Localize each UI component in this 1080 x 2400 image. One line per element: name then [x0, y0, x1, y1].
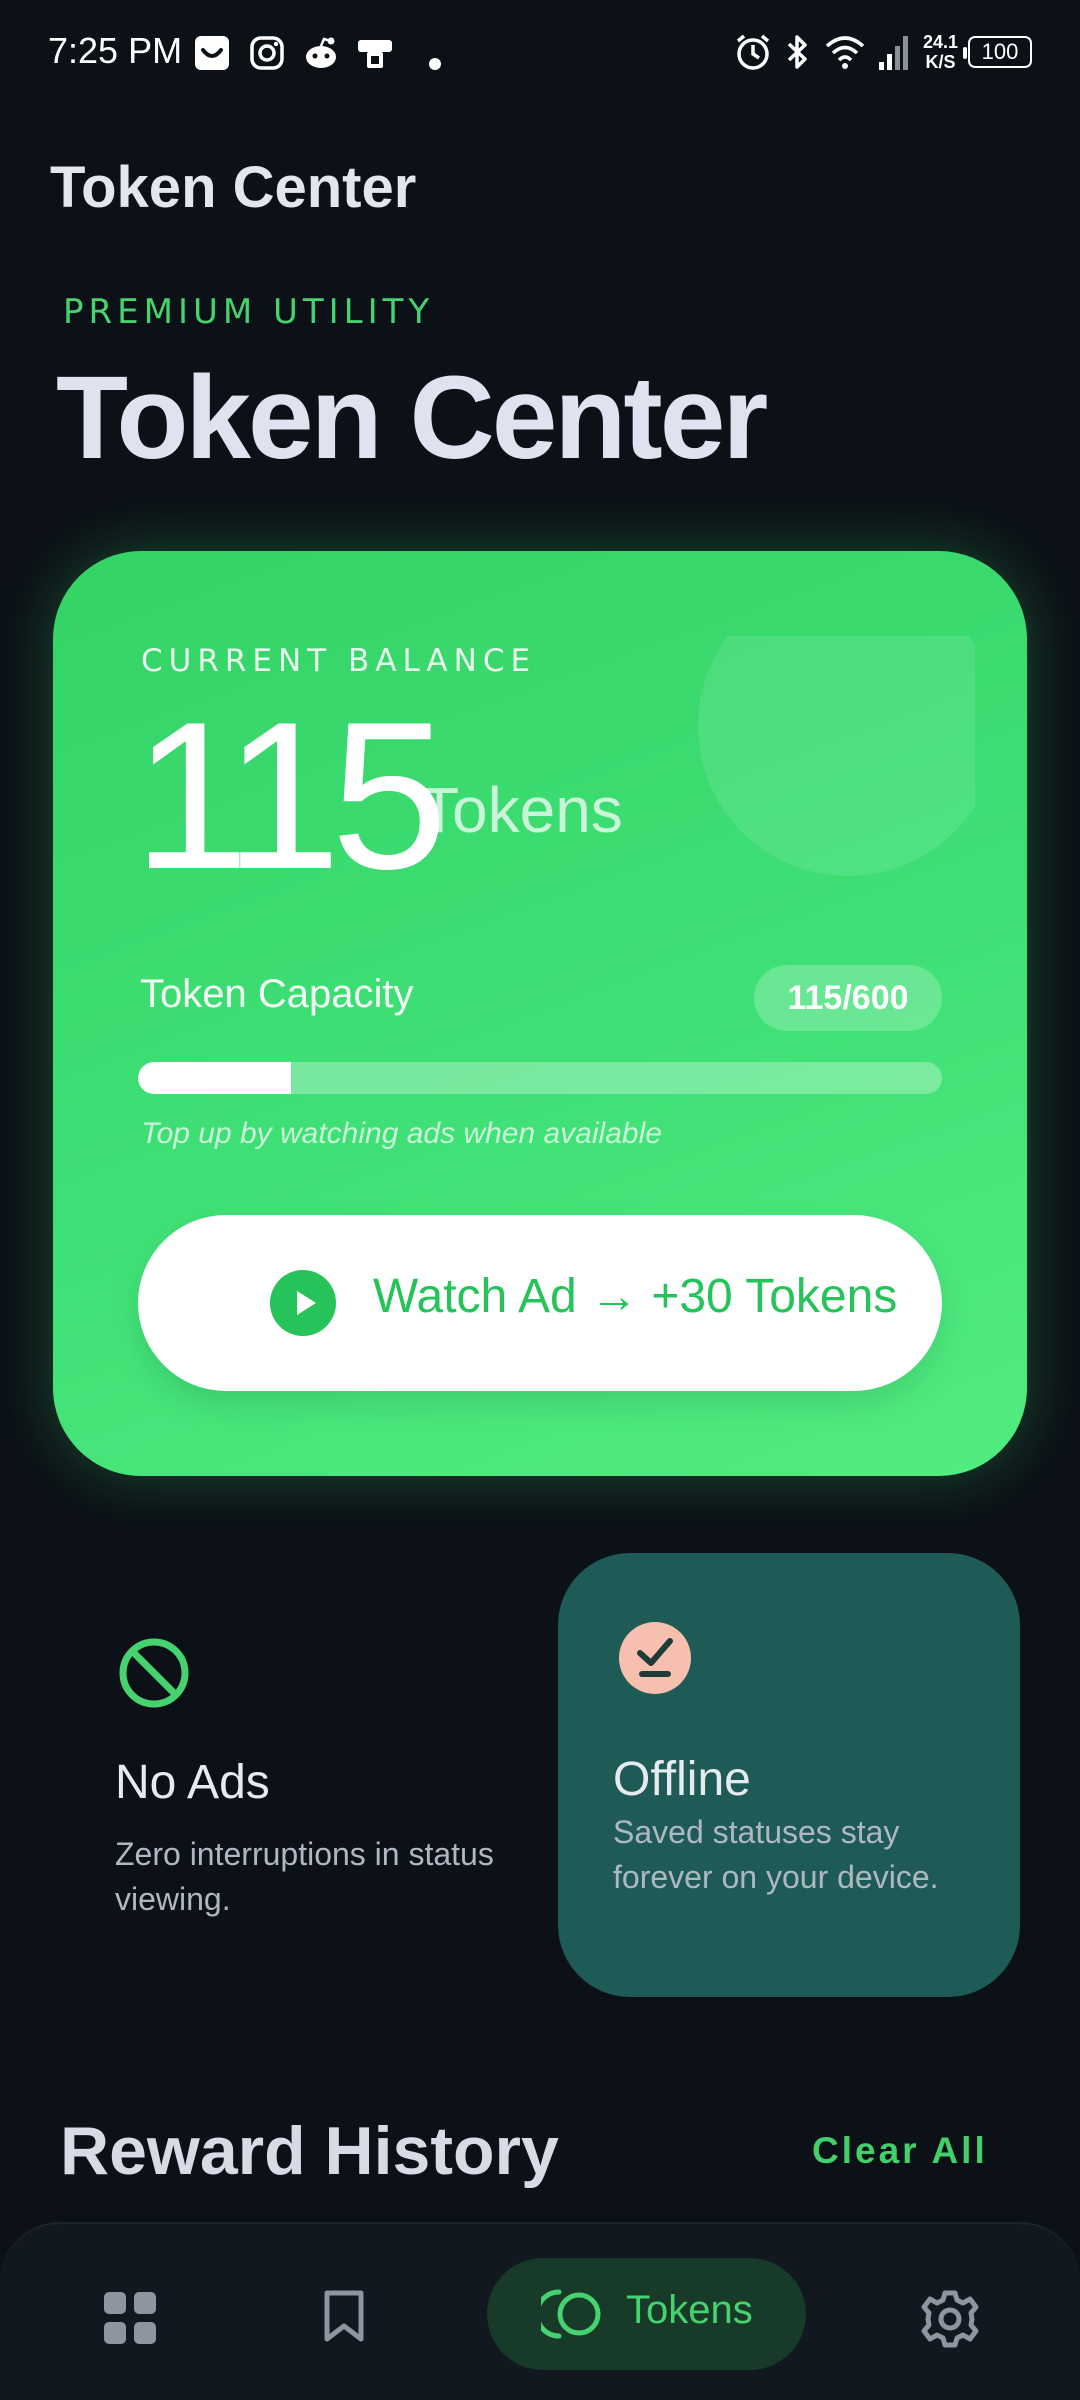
- nav-item-tokens[interactable]: Tokens: [487, 2258, 806, 2370]
- feature-description: Zero interruptions in status viewing.: [115, 1836, 494, 1917]
- battery-icon: 100: [963, 36, 1032, 68]
- balance-label: CURRENT BALANCE: [141, 643, 537, 679]
- dot-icon: [429, 58, 441, 70]
- status-bar: 7:25 PM 24.1 K/S 100: [0, 0, 1080, 108]
- nav-item-label: Tokens: [626, 2288, 753, 2332]
- grid-icon[interactable]: [102, 2290, 158, 2346]
- eyebrow-label: PREMIUM UTILITY: [63, 292, 435, 332]
- tokens-icon: [541, 2289, 601, 2339]
- no-ads-icon: [119, 1638, 189, 1708]
- watch-ad-button[interactable]: Watch Ad → +30 Tokens: [138, 1215, 942, 1391]
- bookmark-icon[interactable]: [322, 2288, 366, 2344]
- net-speed-value: 24.1: [922, 32, 958, 52]
- feature-title: Offline: [613, 1753, 751, 1806]
- feature-card-offline: Offline Saved statuses stay forever on y…: [558, 1553, 1020, 1997]
- reward-history-title: Reward History: [60, 2113, 559, 2189]
- balance-card: CURRENT BALANCE 115 Tokens Token Capacit…: [53, 551, 1027, 1476]
- reddit-icon: [306, 37, 336, 68]
- offline-save-icon: [619, 1622, 691, 1694]
- instagram-icon: [250, 36, 284, 70]
- gear-icon[interactable]: [921, 2290, 979, 2348]
- decorative-circle: [698, 636, 975, 881]
- hero-title: Token Center: [56, 352, 768, 484]
- clear-all-button[interactable]: Clear All: [812, 2130, 988, 2172]
- net-speed-unit: K/S: [925, 52, 956, 72]
- capacity-progress-bar: [138, 1062, 942, 1094]
- feature-card-no-ads: No Ads Zero interruptions in status view…: [80, 1555, 520, 1995]
- balance-value: 115: [133, 678, 448, 913]
- feature-title: No Ads: [115, 1756, 270, 1809]
- alarm-icon: [736, 34, 770, 70]
- play-icon: [270, 1270, 336, 1336]
- status-right-cluster: 24.1 K/S 100: [733, 30, 1032, 74]
- feature-description: Saved statuses stay forever on your devi…: [613, 1814, 939, 1895]
- capacity-progress-fill: [138, 1062, 291, 1094]
- transit-app-icon: [358, 40, 392, 68]
- battery-level: 100: [981, 39, 1019, 64]
- app-title: Token Center: [50, 155, 417, 220]
- wifi-icon: [825, 36, 865, 69]
- signal-icon: [878, 36, 908, 70]
- capacity-pill: 115/600: [754, 965, 942, 1031]
- net-speed: 24.1 K/S: [923, 32, 958, 72]
- watch-ad-label: Watch Ad → +30 Tokens: [373, 1270, 898, 1323]
- capacity-hint: Top up by watching ads when available: [141, 1117, 662, 1150]
- bottom-nav: Tokens: [0, 2222, 1080, 2400]
- bluetooth-icon: [787, 35, 807, 69]
- bag-notification-icon: [195, 36, 229, 70]
- status-time: 7:25 PM: [48, 30, 183, 71]
- balance-unit: Tokens: [420, 774, 623, 846]
- capacity-label: Token Capacity: [140, 972, 414, 1016]
